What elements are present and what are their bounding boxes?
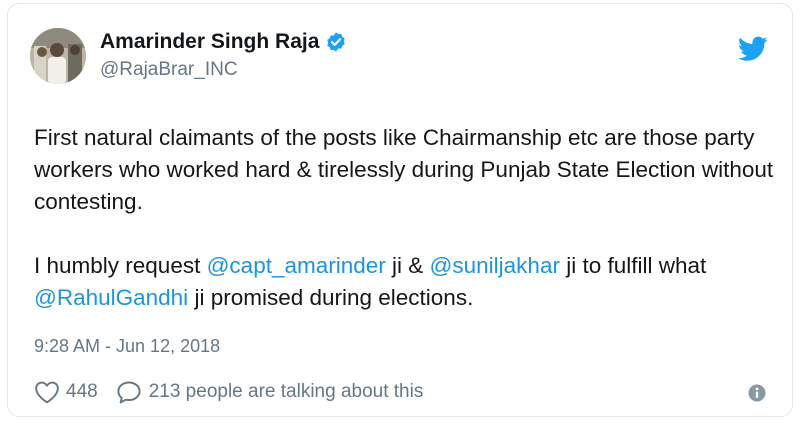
tweet-text: First natural claimants of the posts lik… — [34, 122, 774, 314]
mention-link-capt-amarinder[interactable]: @capt_amarinder — [207, 253, 386, 278]
name-row: Amarinder Singh Raja — [100, 29, 347, 55]
display-name[interactable]: Amarinder Singh Raja — [100, 29, 319, 55]
tweet-header: Amarinder Singh Raja @RajaBrar_INC — [30, 28, 347, 84]
text-segment: ji promised during elections. — [188, 285, 474, 310]
text-segment: I humbly request — [34, 253, 207, 278]
like-count: 448 — [66, 381, 98, 402]
verified-badge-icon — [327, 32, 346, 52]
avatar[interactable] — [30, 28, 86, 84]
tweet-timestamp[interactable]: 9:28 AM - Jun 12, 2018 — [34, 334, 220, 358]
author-names: Amarinder Singh Raja @RajaBrar_INC — [100, 29, 347, 83]
reply-button[interactable]: 213 people are talking about this — [116, 380, 424, 404]
info-icon[interactable] — [748, 384, 766, 402]
speech-bubble-icon — [117, 381, 141, 404]
tweet-paragraph-1: First natural claimants of the posts lik… — [34, 125, 774, 214]
tweet-card: Amarinder Singh Raja @RajaBrar_INC First… — [7, 3, 793, 417]
text-segment: ji to fulfill what — [559, 253, 707, 278]
text-segment: ji & — [385, 253, 430, 278]
tweet-actions: 448 213 people are talking about this — [34, 380, 423, 404]
tweet-paragraph-2: I humbly request @capt_amarinder ji & @s… — [34, 250, 774, 314]
author-handle[interactable]: @RajaBrar_INC — [100, 57, 347, 83]
twitter-bird-icon[interactable] — [738, 36, 768, 62]
conversation-count-text: 213 people are talking about this — [148, 381, 424, 402]
mention-link-suniljakhar[interactable]: @suniljakhar — [430, 253, 560, 278]
like-button[interactable]: 448 — [34, 380, 98, 404]
mention-link-rahulgandhi[interactable]: @RahulGandhi — [34, 285, 188, 310]
avatar-image — [30, 28, 86, 84]
heart-icon — [35, 381, 59, 404]
